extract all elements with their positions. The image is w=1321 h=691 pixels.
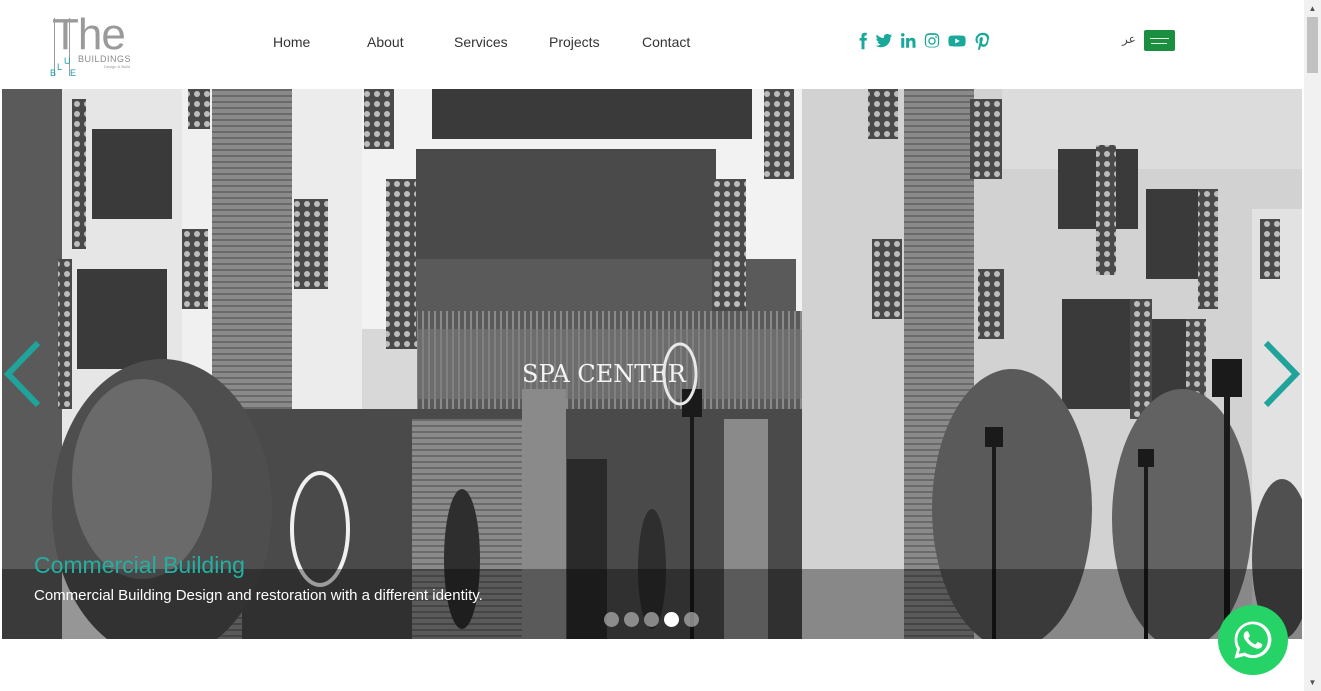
scrollbar-thumb[interactable] — [1307, 17, 1318, 73]
page-scrollbar[interactable]: ▲ ▼ — [1304, 0, 1321, 691]
whatsapp-icon — [1234, 621, 1272, 659]
youtube-icon[interactable] — [947, 32, 967, 52]
site-logo[interactable]: The BUILDINGS Design & Build B L U E — [48, 10, 138, 82]
logo-main-text: The — [52, 10, 126, 59]
facebook-icon[interactable] — [853, 32, 873, 52]
scroll-up-arrow-icon[interactable]: ▲ — [1304, 0, 1321, 17]
nav-contact[interactable]: Contact — [642, 34, 690, 50]
language-label[interactable]: عر — [1122, 32, 1136, 46]
flag-sword — [1151, 43, 1167, 44]
whatsapp-button[interactable] — [1218, 605, 1288, 675]
logo-sub-text: BUILDINGS — [78, 54, 132, 64]
nav-about[interactable]: About — [367, 34, 404, 50]
pinterest-icon[interactable] — [973, 32, 993, 52]
slider-prev-button[interactable] — [2, 339, 42, 409]
linkedin-icon[interactable] — [898, 32, 918, 52]
nav-services[interactable]: Services — [454, 34, 508, 50]
logo-letter: B — [50, 68, 57, 78]
twitter-icon[interactable] — [874, 32, 894, 52]
slider-next-button[interactable] — [1262, 339, 1302, 409]
slider-dot[interactable] — [604, 612, 619, 627]
logo-letter: L — [57, 62, 63, 72]
site-header: The BUILDINGS Design & Build B L U E Hom… — [0, 0, 1304, 89]
instagram-icon[interactable] — [922, 32, 942, 52]
slider-dot-active[interactable] — [664, 612, 679, 627]
slide-title: Commercial Building — [34, 552, 245, 578]
logo-tagline: Design & Build — [104, 64, 131, 69]
page: The BUILDINGS Design & Build B L U E Hom… — [0, 0, 1321, 691]
saudi-arabia-flag-icon[interactable] — [1144, 30, 1175, 51]
slider-dot[interactable] — [644, 612, 659, 627]
nav-home[interactable]: Home — [273, 34, 310, 50]
chevron-left-icon — [3, 340, 41, 408]
chevron-right-icon — [1263, 340, 1301, 408]
nav-projects[interactable]: Projects — [549, 34, 600, 50]
flag-script — [1150, 35, 1169, 39]
scroll-down-arrow-icon[interactable]: ▼ — [1304, 674, 1321, 691]
slide-description: Commercial Building Design and restorati… — [34, 587, 483, 604]
logo-letter: U — [64, 56, 71, 66]
slider-dot[interactable] — [624, 612, 639, 627]
hero-slider: SPA CENTER Commercial Building Commercia… — [2, 89, 1302, 639]
spa-center-sign: SPA CENTER — [522, 360, 687, 388]
slider-dot[interactable] — [684, 612, 699, 627]
logo-letter: E — [70, 68, 77, 78]
